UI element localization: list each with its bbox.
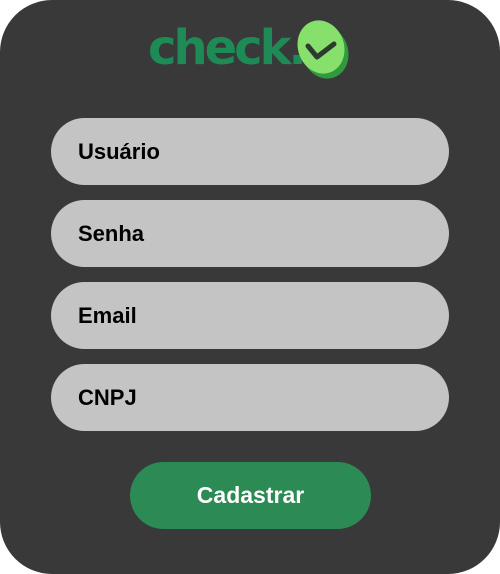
signup-card: check. Usuário Senha Email CNPJ Cadastra…	[0, 0, 500, 574]
check-badge-icon	[297, 20, 349, 79]
logo-wordmark: check.	[148, 20, 307, 76]
cnpj-field[interactable]: CNPJ	[51, 364, 449, 431]
password-field[interactable]: Senha	[51, 200, 449, 267]
register-button[interactable]: Cadastrar	[130, 462, 371, 529]
username-field[interactable]: Usuário	[51, 118, 449, 185]
brand-logo: check.	[148, 12, 354, 84]
email-field[interactable]: Email	[51, 282, 449, 349]
